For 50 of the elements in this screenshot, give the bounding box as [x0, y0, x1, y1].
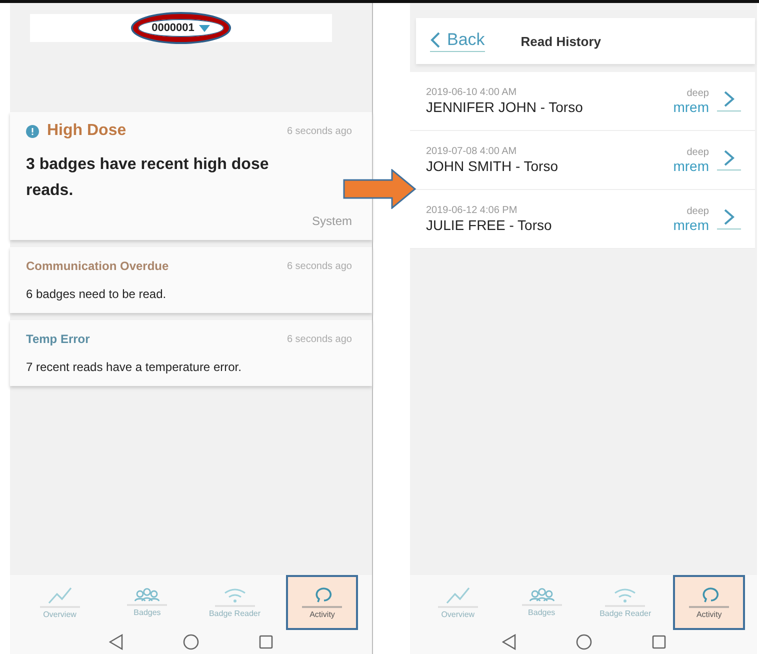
read-name: JOHN SMITH - Torso — [426, 158, 559, 174]
alert-message: 6 badges need to be read. — [26, 287, 168, 301]
alert-message: 7 recent reads have a temperature error. — [26, 360, 242, 374]
read-time: 2019-06-10 4:00 AM — [426, 87, 518, 98]
people-icon — [133, 588, 162, 602]
recents-icon[interactable] — [652, 635, 666, 649]
nav-tab[interactable]: Activity — [286, 575, 358, 630]
alert-time: 6 seconds ago — [286, 260, 352, 272]
read-unit: mrem — [673, 158, 709, 174]
home-icon[interactable] — [183, 634, 199, 650]
read-unit: mrem — [673, 98, 709, 114]
trend-line-icon — [48, 586, 72, 604]
read-type: deep — [686, 146, 709, 158]
caret-icon — [199, 24, 210, 32]
screen-title: Read History — [520, 34, 601, 48]
read-name: JULIE FREE - Torso — [426, 217, 553, 233]
wifi-icon — [222, 587, 247, 603]
read-type: deep — [686, 88, 709, 98]
chevron-right-icon[interactable] — [715, 90, 741, 112]
read-unit: mrem — [673, 216, 709, 232]
alert-time: 6 seconds ago — [286, 334, 352, 344]
chevron-left-icon — [430, 32, 440, 48]
alert-card[interactable]: High Dose 6 seconds ago 3 badges have recent high dose reads. System — [10, 112, 372, 240]
people-icon — [528, 588, 556, 602]
home-icon[interactable] — [576, 634, 592, 650]
alert-time: 6 seconds ago — [286, 126, 352, 136]
alert-title: Communication Overdue — [26, 259, 169, 273]
alert-card[interactable]: Temp Error 6 seconds ago 7 recent reads have a temperature error. — [10, 320, 372, 386]
read-time: 2019-06-12 4:06 PM — [426, 205, 518, 216]
back-icon[interactable] — [109, 634, 123, 650]
read-type: deep — [686, 206, 709, 216]
read-name: JENNIFER JOHN - Torso — [426, 99, 584, 115]
alert-source: System — [310, 214, 352, 228]
trend-line-icon — [446, 586, 470, 604]
read-row[interactable]: 2019-07-08 4:00 AM JOHN SMITH - Torso deep mrem — [410, 131, 755, 190]
read-row[interactable]: 2019-06-12 4:06 PM JULIE FREE - Torso deep mrem — [410, 190, 755, 249]
read-row[interactable]: 2019-06-10 4:00 AM JENNIFER JOHN - Torso deep mrem — [410, 72, 755, 131]
back-icon[interactable] — [502, 634, 516, 650]
alert-card[interactable]: Communication Overdue 6 seconds ago 6 badges need to be read. — [10, 247, 372, 313]
chevron-right-icon[interactable] — [715, 149, 741, 171]
nav-tab[interactable]: Activity — [673, 575, 746, 630]
wifi-icon — [613, 587, 638, 603]
alert-message: 3 badges have recent high dose reads. — [26, 155, 270, 201]
device-dropdown[interactable]: 0000001 — [132, 14, 230, 42]
recents-icon[interactable] — [259, 635, 273, 649]
alert-icon — [26, 124, 39, 138]
chevron-right-icon[interactable] — [715, 208, 741, 230]
alert-title: High Dose — [47, 122, 126, 140]
read-time: 2019-07-08 4:00 AM — [426, 146, 518, 157]
alert-title: Temp Error — [26, 332, 90, 346]
